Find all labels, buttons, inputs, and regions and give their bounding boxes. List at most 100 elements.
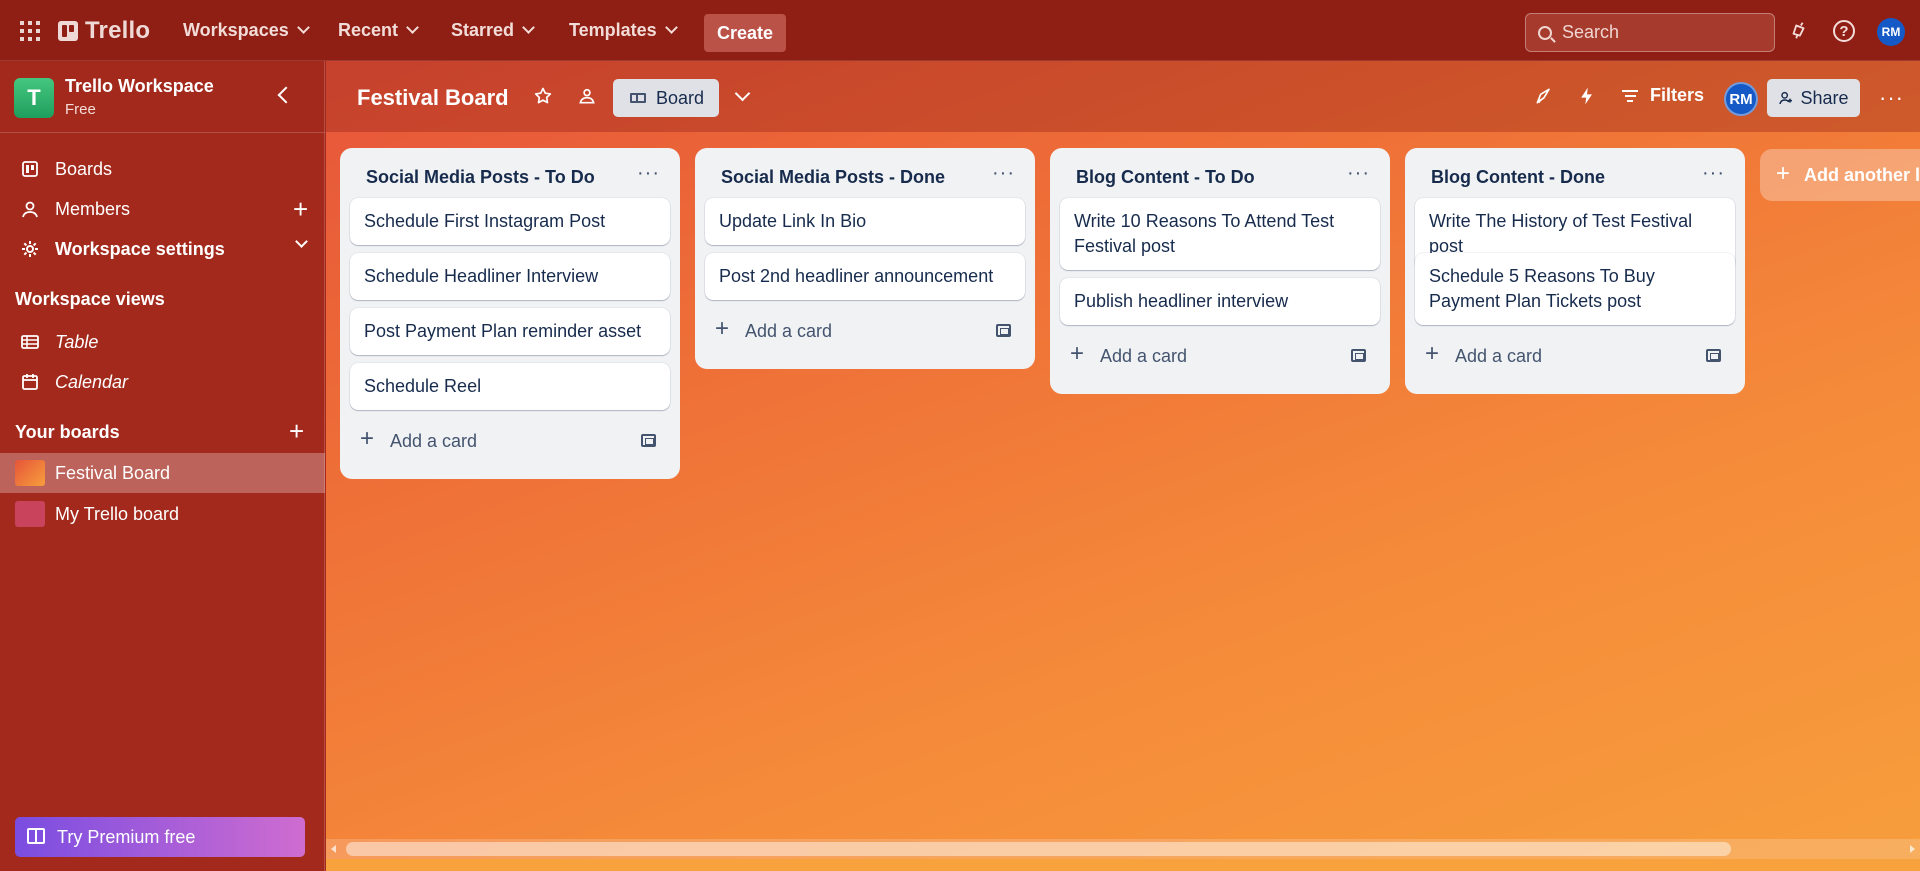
- card[interactable]: Update Link In Bio: [705, 198, 1025, 245]
- add-card-button[interactable]: + Add a card: [1415, 339, 1735, 373]
- card[interactable]: Schedule First Instagram Post: [350, 198, 670, 245]
- notifications-button[interactable]: [1787, 19, 1811, 43]
- filters-label: Filters: [1650, 85, 1705, 105]
- board-view-button[interactable]: Board: [613, 79, 719, 117]
- card[interactable]: Post 2nd headliner announcement: [705, 253, 1025, 300]
- board-header: Festival Board Board Filters RM Share ··…: [326, 61, 1920, 132]
- workspace-plan: Free: [65, 101, 96, 118]
- board-title[interactable]: Festival Board: [357, 85, 509, 111]
- list-social-media-done: Social Media Posts - Done ··· Update Lin…: [695, 148, 1035, 369]
- workspace-header: T Trello Workspace Free: [0, 61, 325, 133]
- add-card-label: Add a card: [1100, 345, 1188, 366]
- sidebar-board-my-trello[interactable]: My Trello board: [0, 494, 325, 534]
- help-icon: ?: [1833, 20, 1855, 42]
- card[interactable]: Schedule 5 Reasons To Buy Payment Plan T…: [1415, 253, 1735, 325]
- share-button[interactable]: Share: [1767, 79, 1860, 117]
- recent-menu[interactable]: Recent: [338, 20, 419, 41]
- starred-menu[interactable]: Starred: [451, 20, 535, 41]
- views-dropdown-chevron-icon[interactable]: [734, 85, 751, 102]
- workspace-views-heading: Workspace views: [15, 289, 165, 309]
- templates-menu-label: Templates: [569, 20, 657, 40]
- sidebar-item-calendar[interactable]: Calendar: [0, 363, 325, 401]
- trello-logo[interactable]: Trello: [58, 17, 150, 45]
- lightning-icon: [1581, 87, 1592, 105]
- list-social-media-todo: Social Media Posts - To Do ··· Schedule …: [340, 148, 680, 479]
- list-actions-icon[interactable]: ···: [1347, 162, 1370, 185]
- add-another-list-button[interactable]: + Add another list: [1760, 149, 1920, 201]
- board-member-avatar[interactable]: RM: [1724, 82, 1758, 116]
- board-canvas: Festival Board Board Filters RM Share ··…: [326, 61, 1920, 871]
- visibility-button[interactable]: [576, 85, 598, 107]
- scroll-left-arrow-icon[interactable]: [331, 845, 336, 853]
- chevron-down-icon: [406, 21, 419, 34]
- list-title[interactable]: Blog Content - To Do: [1076, 167, 1255, 188]
- horizontal-scrollbar[interactable]: [326, 839, 1920, 859]
- card[interactable]: Schedule Reel: [350, 363, 670, 410]
- plus-icon: +: [1070, 340, 1085, 367]
- list-actions-icon[interactable]: ···: [1702, 162, 1725, 185]
- workspace-name[interactable]: Trello Workspace: [65, 76, 214, 97]
- help-button[interactable]: ?: [1832, 19, 1856, 43]
- templates-menu[interactable]: Templates: [569, 20, 678, 41]
- collapse-sidebar-icon[interactable]: [277, 86, 295, 104]
- create-button[interactable]: Create: [704, 14, 786, 52]
- board-view-label: Board: [656, 87, 705, 108]
- card[interactable]: Post Payment Plan reminder asset: [350, 308, 670, 355]
- list-title[interactable]: Social Media Posts - Done: [721, 167, 945, 188]
- chevron-down-icon: [296, 21, 310, 34]
- power-ups-button[interactable]: [1533, 85, 1555, 107]
- rocket-icon: [1536, 88, 1550, 104]
- workspace-avatar[interactable]: T: [14, 78, 54, 118]
- chevron-down-icon: [522, 21, 535, 34]
- card[interactable]: Publish headliner interview: [1060, 278, 1380, 325]
- filters-button[interactable]: Filters: [1622, 85, 1704, 106]
- create-from-template-icon[interactable]: [641, 434, 656, 447]
- add-card-label: Add a card: [390, 430, 478, 451]
- automation-button[interactable]: [1576, 85, 1598, 107]
- bell-icon: [1792, 22, 1805, 39]
- board-thumbnail: [15, 460, 45, 486]
- app-switcher-icon[interactable]: [20, 21, 40, 41]
- table-icon: [21, 335, 39, 349]
- board-bottom-strip: [326, 859, 1920, 871]
- create-from-template-icon[interactable]: [1351, 349, 1366, 362]
- top-navigation-bar: Trello Workspaces Recent Starred Templat…: [0, 0, 1920, 61]
- share-label: Share: [1800, 87, 1849, 108]
- board-menu-button[interactable]: ···: [1879, 85, 1904, 111]
- create-from-template-icon[interactable]: [996, 324, 1011, 337]
- sidebar-item-label: Workspace settings: [55, 238, 225, 259]
- your-boards-heading: Your boards: [15, 422, 120, 442]
- account-avatar[interactable]: RM: [1877, 18, 1905, 46]
- sidebar-board-festival[interactable]: Festival Board: [0, 453, 325, 493]
- sidebar-item-boards[interactable]: Boards: [0, 150, 325, 188]
- add-card-button[interactable]: + Add a card: [1060, 339, 1380, 373]
- scrollbar-thumb[interactable]: [346, 842, 1731, 856]
- sidebar-item-label: Boards: [55, 158, 113, 179]
- sidebar-item-workspace-settings[interactable]: Workspace settings: [0, 230, 325, 268]
- star-board-button[interactable]: [532, 85, 554, 107]
- list-actions-icon[interactable]: ···: [992, 162, 1015, 185]
- list-title[interactable]: Blog Content - Done: [1431, 167, 1605, 188]
- workspaces-menu-label: Workspaces: [183, 20, 289, 40]
- card[interactable]: Schedule Headliner Interview: [350, 253, 670, 300]
- add-card-button[interactable]: + Add a card: [705, 314, 1025, 348]
- list-actions-icon[interactable]: ···: [637, 162, 660, 185]
- chevron-down-icon: [664, 21, 678, 34]
- sidebar-item-table[interactable]: Table: [0, 323, 325, 361]
- add-card-button[interactable]: + Add a card: [350, 424, 670, 458]
- list-blog-todo: Blog Content - To Do ··· Write 10 Reason…: [1050, 148, 1390, 394]
- search-input[interactable]: Search: [1525, 13, 1775, 52]
- add-member-icon[interactable]: +: [293, 196, 308, 222]
- scroll-right-arrow-icon[interactable]: [1910, 845, 1915, 853]
- sidebar-item-members[interactable]: Members +: [0, 190, 325, 228]
- card[interactable]: Write 10 Reasons To Attend Test Festival…: [1060, 198, 1380, 270]
- plus-icon: +: [360, 425, 375, 452]
- sidebar-board-label: My Trello board: [55, 503, 180, 524]
- try-premium-button[interactable]: Try Premium free: [15, 817, 305, 857]
- people-icon: [579, 88, 595, 104]
- list-title[interactable]: Social Media Posts - To Do: [366, 167, 595, 188]
- create-from-template-icon[interactable]: [1706, 349, 1721, 362]
- create-board-icon[interactable]: +: [289, 416, 304, 447]
- add-person-icon: [1779, 91, 1793, 105]
- workspaces-menu[interactable]: Workspaces: [183, 20, 310, 41]
